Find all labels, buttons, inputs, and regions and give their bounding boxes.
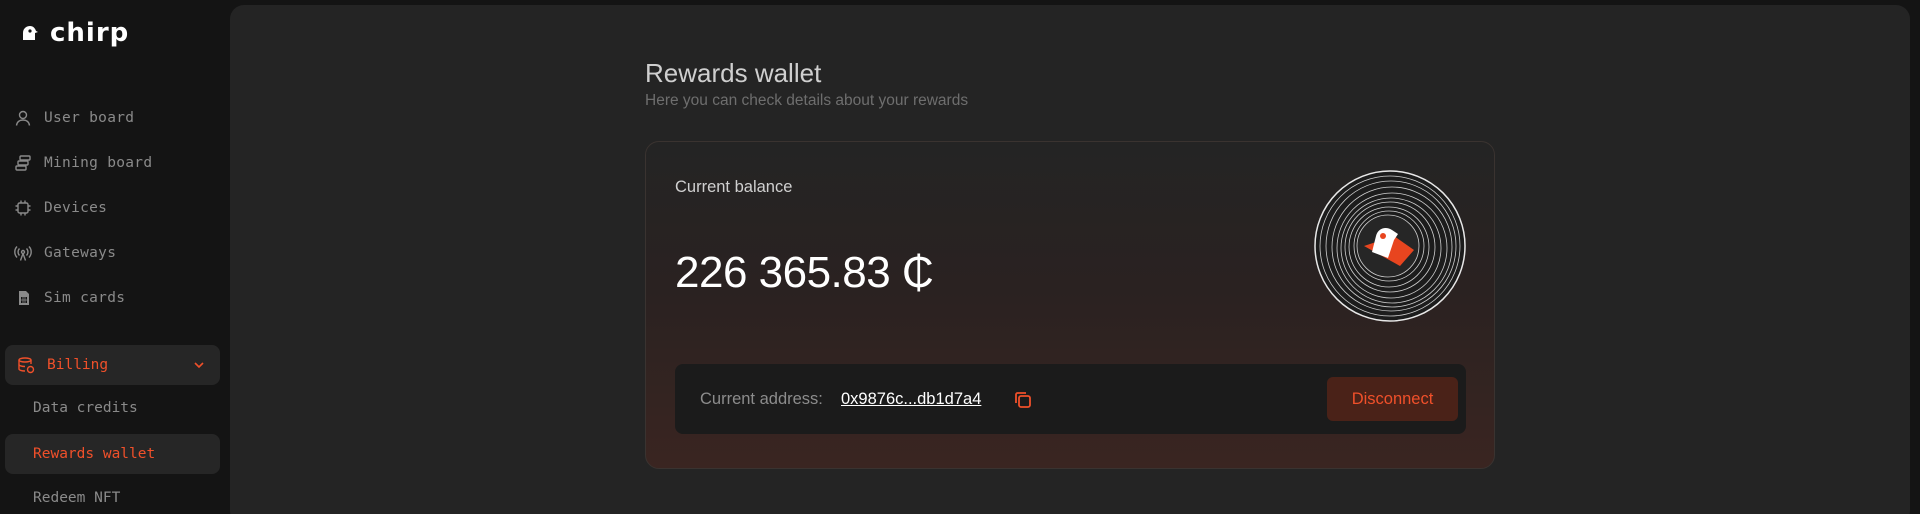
sidebar-item-devices[interactable]: Devices	[14, 194, 107, 222]
mining-icon	[15, 155, 31, 171]
logo-text: chirp	[50, 18, 130, 48]
chevron-down-icon[interactable]	[192, 358, 206, 372]
sidebar-subitem-redeem-nft[interactable]: Redeem NFT	[5, 478, 220, 514]
sidebar-item-sim-cards[interactable]: Sim cards	[14, 284, 125, 312]
antenna-icon	[14, 246, 32, 261]
page-subtitle: Here you can check details about your re…	[645, 92, 969, 109]
logo[interactable]: chirp	[20, 20, 129, 46]
main-content: Rewards wallet Here you can check detail…	[230, 5, 1910, 514]
sidebar-subitem-data-credits[interactable]: Data credits	[5, 388, 220, 428]
sidebar-item-label: Sim cards	[44, 290, 126, 306]
sidebar-item-label: Billing	[47, 357, 109, 373]
address-bar: Current address: 0x9876c...db1d7a4 Disco…	[675, 364, 1466, 434]
chip-icon	[15, 200, 31, 216]
copy-icon[interactable]	[1013, 390, 1033, 410]
balance-card: Current balance 226 365.83 ₵ Current add…	[645, 141, 1495, 469]
sidebar-item-label: Mining board	[44, 155, 153, 171]
sidebar-item-label: Gateways	[44, 245, 117, 261]
sidebar-subitem-label: Redeem NFT	[33, 490, 121, 506]
sidebar-item-mining-board[interactable]: Mining board	[14, 149, 152, 177]
page-title: Rewards wallet	[645, 58, 822, 88]
sidebar-item-gateways[interactable]: Gateways	[14, 239, 116, 267]
database-icon	[18, 357, 35, 374]
app-root: chirp User board Mining board Devices Ga…	[0, 0, 1920, 514]
coin-logo-icon	[1314, 170, 1466, 322]
sidebar: chirp User board Mining board Devices Ga…	[0, 0, 230, 514]
address-label: Current address:	[700, 390, 823, 408]
sidebar-item-user-board[interactable]: User board	[14, 104, 134, 132]
sidebar-subitem-label: Rewards wallet	[33, 446, 156, 462]
disconnect-button[interactable]: Disconnect	[1327, 377, 1458, 421]
sidebar-item-billing[interactable]: Billing	[5, 345, 220, 385]
sidebar-item-label: User board	[44, 110, 135, 126]
sidebar-item-label: Devices	[44, 200, 108, 216]
sim-card-icon	[19, 291, 29, 305]
sidebar-subitem-rewards-wallet[interactable]: Rewards wallet	[5, 434, 220, 474]
sidebar-subitem-label: Data credits	[33, 400, 138, 416]
user-icon	[15, 110, 31, 126]
balance-label: Current balance	[675, 178, 793, 196]
bird-logo-icon	[23, 26, 38, 40]
balance-value: 226 365.83 ₵	[675, 248, 934, 297]
address-link[interactable]: 0x9876c...db1d7a4	[841, 390, 981, 409]
